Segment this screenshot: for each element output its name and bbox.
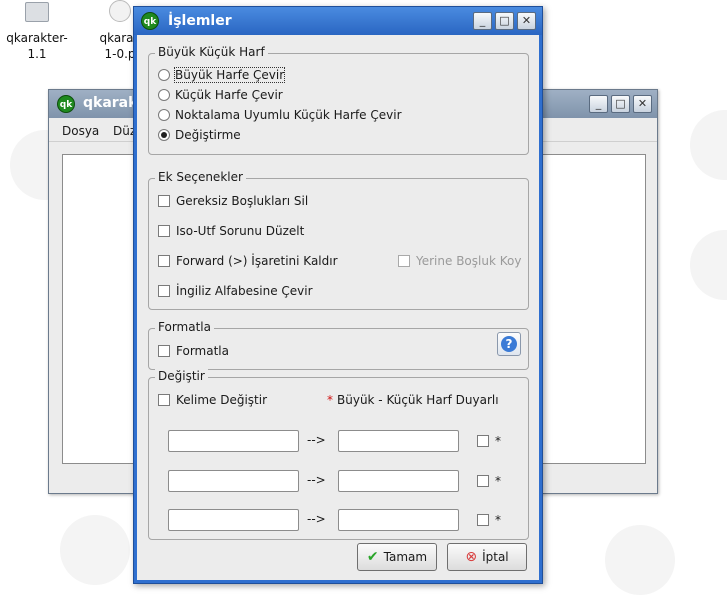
replace-arrow: --> <box>307 433 326 447</box>
app-logo-icon: qk <box>57 95 75 113</box>
cancel-button[interactable]: ⊗ İptal <box>447 543 527 571</box>
radio-button-selected[interactable] <box>158 129 170 141</box>
replace-to-input-2[interactable] <box>338 470 459 492</box>
minimize-button[interactable]: _ <box>589 95 608 113</box>
radio-label: Küçük Harfe Çevir <box>175 88 283 102</box>
required-marker: * <box>327 393 333 407</box>
star-label: * <box>495 513 501 527</box>
checkbox[interactable] <box>477 475 489 487</box>
desktop-icon-qkarakter[interactable]: qkarakter- 1.1 <box>0 0 77 62</box>
radio-label: Değiştirme <box>175 128 241 142</box>
radio-degistirme[interactable]: Değiştirme <box>158 128 241 142</box>
checkbox-label: Iso-Utf Sorunu Düzelt <box>176 224 305 238</box>
checkbox-label: Formatla <box>176 344 229 358</box>
replace-arrow: --> <box>307 512 326 526</box>
checkbox[interactable] <box>158 255 170 267</box>
radio-label: Büyük Harfe Çevir <box>173 67 286 83</box>
package-icon <box>109 0 131 22</box>
radio-buyuk-harf[interactable]: Büyük Harfe Çevir <box>158 67 286 83</box>
replace-group-title: Değiştir <box>155 369 208 383</box>
checkbox-label: Yerine Boşluk Koy <box>416 254 522 268</box>
replace-from-input-3[interactable] <box>168 509 299 531</box>
close-button[interactable]: ✕ <box>517 12 536 30</box>
checkbox-label: İngiliz Alfabesine Çevir <box>176 284 313 298</box>
extra-options-title: Ek Seçenekler <box>155 170 246 184</box>
checkbox-word-replace[interactable]: Kelime Değiştir <box>158 393 267 407</box>
desktop-icon-label: 1.1 <box>27 47 47 61</box>
dialog-title: İşlemler <box>168 13 232 29</box>
checkbox[interactable] <box>158 285 170 297</box>
case-group-title: Büyük Küçük Harf <box>155 45 268 59</box>
minimize-button[interactable]: _ <box>473 12 492 30</box>
close-button[interactable]: ✕ <box>633 95 652 113</box>
checkbox-disabled <box>398 255 410 267</box>
menu-dosya[interactable]: Dosya <box>62 124 99 138</box>
islemler-dialog: qk İşlemler _ □ ✕ Büyük Küçük Harf Büyük… <box>133 6 543 584</box>
case-sensitive-label: Büyük - Küçük Harf Duyarlı <box>337 393 499 407</box>
background-decoration <box>690 110 727 180</box>
maximize-button[interactable]: □ <box>611 95 630 113</box>
background-decoration <box>60 515 130 585</box>
radio-button[interactable] <box>158 89 170 101</box>
star-label: * <box>495 434 501 448</box>
checkbox-formatla[interactable]: Formatla <box>158 344 229 358</box>
radio-button[interactable] <box>158 69 170 81</box>
main-window-title: qkarak <box>83 95 138 111</box>
checkbox-label: Forward (>) İşaretini Kaldır <box>176 254 338 268</box>
extra-options-group: Ek Seçenekler Gereksiz Boşlukları Sil Is… <box>148 170 529 310</box>
maximize-button[interactable]: □ <box>495 12 514 30</box>
checkbox-remove-spaces[interactable]: Gereksiz Boşlukları Sil <box>158 194 308 208</box>
case-group: Büyük Küçük Harf Büyük Harfe Çevir Küçük… <box>148 45 529 155</box>
format-group: Formatla Formatla ? <box>148 320 529 370</box>
dialog-body: Büyük Küçük Harf Büyük Harfe Çevir Küçük… <box>137 35 539 580</box>
radio-label: Noktalama Uyumlu Küçük Harfe Çevir <box>175 108 402 122</box>
replace-from-input-2[interactable] <box>168 470 299 492</box>
replace-from-input-1[interactable] <box>168 430 299 452</box>
radio-kucuk-harf[interactable]: Küçük Harfe Çevir <box>158 88 283 102</box>
checkbox[interactable] <box>477 435 489 447</box>
ok-button-label: Tamam <box>383 550 428 564</box>
cancel-icon: ⊗ <box>465 549 478 565</box>
ok-button[interactable]: ✔ Tamam <box>357 543 437 571</box>
replace-to-input-3[interactable] <box>338 509 459 531</box>
checkbox-forward[interactable]: Forward (>) İşaretini Kaldır <box>158 254 338 268</box>
checkbox[interactable] <box>158 345 170 357</box>
help-icon: ? <box>501 336 517 352</box>
checkmark-icon: ✔ <box>366 549 379 565</box>
background-decoration <box>690 230 727 300</box>
cancel-button-label: İptal <box>482 550 509 564</box>
app-logo-icon: qk <box>141 12 159 30</box>
radio-noktalama[interactable]: Noktalama Uyumlu Küçük Harfe Çevir <box>158 108 402 122</box>
case-sensitive-checkbox-2[interactable]: * <box>477 474 501 488</box>
radio-button[interactable] <box>158 109 170 121</box>
case-sensitive-note: * Büyük - Küçük Harf Duyarlı <box>327 393 499 407</box>
checkbox-label: Kelime Değiştir <box>176 393 268 407</box>
checkbox-space-instead: Yerine Boşluk Koy <box>398 254 521 268</box>
star-label: * <box>495 474 501 488</box>
checkbox[interactable] <box>158 195 170 207</box>
dialog-titlebar[interactable]: qk İşlemler _ □ ✕ <box>134 7 542 35</box>
desktop-icon-label: qkarakter- <box>6 31 68 45</box>
background-decoration <box>605 525 675 595</box>
folder-icon <box>25 2 49 22</box>
checkbox[interactable] <box>477 514 489 526</box>
case-sensitive-checkbox-1[interactable]: * <box>477 434 501 448</box>
checkbox-english-alphabet[interactable]: İngiliz Alfabesine Çevir <box>158 284 313 298</box>
replace-to-input-1[interactable] <box>338 430 459 452</box>
checkbox-label: Gereksiz Boşlukları Sil <box>176 194 309 208</box>
checkbox[interactable] <box>158 225 170 237</box>
replace-arrow: --> <box>307 473 326 487</box>
case-sensitive-checkbox-3[interactable]: * <box>477 513 501 527</box>
checkbox-iso-utf[interactable]: Iso-Utf Sorunu Düzelt <box>158 224 304 238</box>
format-group-title: Formatla <box>155 320 214 334</box>
replace-group: Değiştir Kelime Değiştir * Büyük - Küçük… <box>148 369 529 540</box>
checkbox[interactable] <box>158 394 170 406</box>
help-button[interactable]: ? <box>497 332 521 356</box>
